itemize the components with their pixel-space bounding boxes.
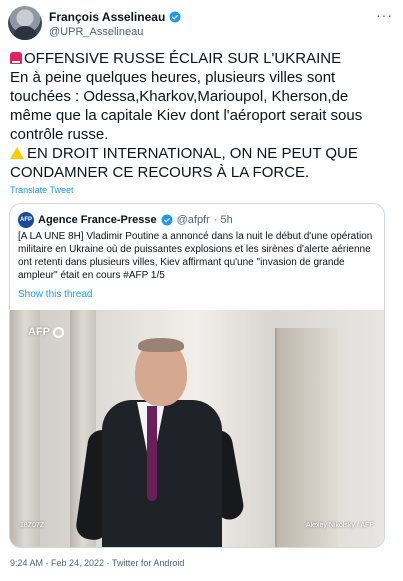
tweet-line: OFFENSIVE RUSSE ÉCLAIR SUR L'UKRAINE bbox=[10, 49, 390, 68]
quoted-tweet[interactable]: AFP Agence France-Presse @afpfr · 5h [A … bbox=[9, 203, 385, 548]
photo-figure-tie bbox=[147, 406, 157, 501]
quoted-line: ampleur" était en cours #AFP 1/5 bbox=[18, 270, 165, 281]
tweet-line-text: EN DROIT INTERNATIONAL, ON NE PEUT QUE bbox=[27, 145, 358, 162]
author-display-name[interactable]: François Asselineau bbox=[49, 10, 165, 24]
quoted-tweet-header: AFP Agence France-Presse @afpfr · 5h bbox=[18, 212, 233, 228]
afp-logo-mark-icon bbox=[53, 326, 64, 338]
photo-door bbox=[275, 328, 337, 547]
quoted-tweet-text: [A LA UNE 8H] Vladimir Poutine a annoncé… bbox=[18, 230, 378, 282]
quoted-tweet-time[interactable]: · 5h bbox=[214, 214, 233, 226]
tweet-text: OFFENSIVE RUSSE ÉCLAIR SUR L'UKRAINE En … bbox=[10, 49, 390, 182]
more-options-icon[interactable]: ··· bbox=[376, 8, 393, 22]
quoted-author-handle[interactable]: @afpfr bbox=[177, 214, 210, 226]
translate-tweet-link[interactable]: Translate Tweet bbox=[10, 185, 74, 195]
tweet-line: même que la capitale Kiev dont l'aéropor… bbox=[10, 107, 363, 124]
quoted-tweet-photo[interactable]: AFP 18Z07Z Alexey Nikolsky / AFP bbox=[10, 310, 384, 547]
author-name-row: François Asselineau bbox=[49, 10, 181, 24]
photo-code: 18Z07Z bbox=[20, 522, 45, 529]
tweet-line: contrôle russe. bbox=[10, 126, 109, 143]
verified-badge-icon bbox=[161, 214, 173, 226]
author-handle[interactable]: @UPR_Asselineau bbox=[49, 26, 143, 38]
quoted-author-avatar[interactable]: AFP bbox=[18, 212, 34, 228]
afp-logo-text: AFP bbox=[28, 326, 50, 338]
quoted-author-name[interactable]: Agence France-Presse bbox=[38, 214, 157, 226]
verified-badge-icon bbox=[169, 11, 181, 23]
tweet: François Asselineau @UPR_Asselineau ··· … bbox=[0, 0, 403, 581]
show-thread-link[interactable]: Show this thread bbox=[18, 289, 93, 300]
tweet-line: CONDAMNER CE RECOURS À LA FORCE. bbox=[10, 164, 310, 181]
author-avatar[interactable] bbox=[8, 6, 42, 40]
siren-emoji-icon bbox=[10, 52, 22, 64]
tweet-line: En à peine quelques heures, plusieurs vi… bbox=[10, 69, 336, 86]
photo-figure-hair bbox=[138, 338, 184, 352]
quoted-line: [A LA UNE 8H] Vladimir Poutine a annoncé… bbox=[18, 231, 373, 242]
tweet-line: touchées : Odessa,Kharkov,Marioupol, Khe… bbox=[10, 88, 349, 105]
tweet-line: EN DROIT INTERNATIONAL, ON NE PEUT QUE bbox=[10, 144, 390, 163]
tweet-timestamp[interactable]: 9:24 AM · Feb 24, 2022 · Twitter for And… bbox=[10, 558, 184, 568]
quoted-line: militaire en Ukraine où de puissantes ex… bbox=[18, 244, 371, 255]
photo-credit: Alexey Nikolsky / AFP bbox=[305, 522, 374, 529]
tweet-line-text: OFFENSIVE RUSSE ÉCLAIR SUR L'UKRAINE bbox=[24, 50, 342, 67]
quoted-line: ont retenti dans plusieurs villes, Kiev … bbox=[18, 257, 345, 268]
warning-emoji-icon bbox=[10, 147, 24, 159]
photo-pillar bbox=[10, 310, 40, 547]
afp-watermark-logo: AFP bbox=[28, 326, 64, 338]
